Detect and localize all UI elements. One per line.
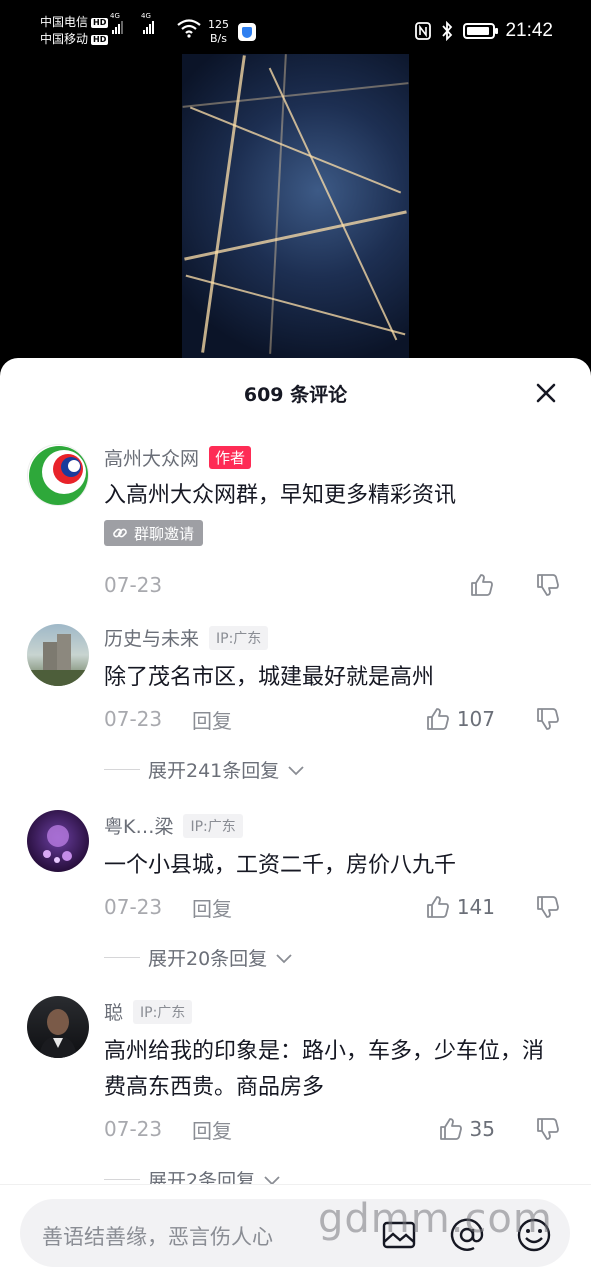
comment-meta: 07-23 回复 141: [104, 893, 561, 921]
comment-input-placeholder: 善语结善缘，恶言伤人心: [42, 1225, 273, 1249]
avatar[interactable]: [27, 810, 89, 872]
like-button[interactable]: [469, 572, 495, 598]
reply-button[interactable]: 回复: [192, 1115, 232, 1144]
dislike-icon[interactable]: [535, 572, 561, 598]
expand-replies-label: 展开241条回复: [148, 760, 280, 782]
author-badge: 作者: [209, 446, 252, 469]
comment-date: 07-23: [104, 895, 163, 919]
network-type-2: 4G: [141, 12, 151, 20]
shield-icon: [238, 23, 256, 41]
signal-icon: [112, 20, 123, 34]
comment-item: 高州大众网 作者 入高州大众网群，早知更多精彩资讯 群聊邀请 07-23: [0, 440, 591, 610]
like-icon: [471, 574, 493, 596]
dislike-icon[interactable]: [535, 894, 561, 920]
like-icon: [439, 1118, 462, 1140]
chevron-down-icon: [288, 765, 304, 775]
video-preview[interactable]: [0, 54, 591, 364]
battery-icon: [463, 23, 499, 39]
comment-text: 入高州大众网群，早知更多精彩资讯: [104, 483, 457, 508]
divider-line: [104, 769, 140, 770]
expand-replies-button[interactable]: 展开241条回复: [104, 756, 305, 783]
ip-location-badge: IP:广东: [133, 999, 193, 1024]
avatar[interactable]: [27, 624, 89, 686]
video-thumbnail[interactable]: [182, 54, 409, 358]
comment-item: 历史与未来 IP:广东 除了茂名市区，城建最好就是高州 07-23 回复 107…: [0, 620, 591, 790]
link-icon: [113, 528, 127, 538]
wifi-icon: [177, 19, 201, 38]
username[interactable]: 历史与未来: [104, 624, 199, 651]
comment-meta: 07-23: [104, 571, 561, 599]
like-button[interactable]: 35: [438, 1116, 495, 1142]
comment-header: 历史与未来 IP:广东: [104, 624, 269, 651]
comments-sheet: 609 条评论 高州大众网 作者 入高州大众网群，早知更多精彩资讯 群聊邀请 0…: [0, 358, 591, 1280]
dislike-icon[interactable]: [535, 1116, 561, 1142]
watermark: gdmm.com: [318, 1196, 553, 1242]
username[interactable]: 高州大众网: [104, 444, 199, 471]
reply-button[interactable]: 回复: [192, 893, 232, 922]
comment-date: 07-23: [104, 707, 163, 731]
network-type-1: 4G: [110, 12, 120, 20]
like-button[interactable]: 107: [425, 706, 495, 732]
like-icon: [426, 708, 449, 730]
divider-line: [104, 1179, 140, 1180]
nfc-icon: [415, 22, 432, 40]
signal-icon: [143, 20, 154, 34]
comment-header: 聪 IP:广东: [104, 998, 193, 1025]
like-count: 107: [456, 707, 495, 731]
comment-item: 聪 IP:广东 高州给我的印象是：路小，车多，少车位，消费高东西贵。商品房多 0…: [0, 994, 591, 1194]
avatar[interactable]: [27, 996, 89, 1058]
avatar[interactable]: [27, 444, 89, 506]
like-button[interactable]: 141: [425, 894, 495, 920]
carrier-2: 中国移动: [40, 32, 89, 46]
expand-replies-label: 展开20条回复: [148, 948, 268, 970]
hd-badge: HD: [91, 17, 109, 28]
expand-replies-button[interactable]: 展开20条回复: [104, 944, 293, 971]
comment-meta: 07-23 回复 107: [104, 705, 561, 733]
reply-button[interactable]: 回复: [192, 705, 232, 734]
chevron-down-icon: [276, 953, 292, 963]
group-invite-button[interactable]: 群聊邀请: [104, 520, 204, 546]
ip-location-badge: IP:广东: [209, 625, 269, 650]
signal-indicators: 4G 4G: [110, 12, 154, 34]
ip-location-badge: IP:广东: [183, 813, 243, 838]
dislike-icon[interactable]: [535, 706, 561, 732]
like-count: 35: [469, 1117, 495, 1141]
bluetooth-icon: [442, 21, 453, 41]
speed-value: 125: [208, 18, 229, 31]
like-count: 141: [456, 895, 495, 919]
username[interactable]: 粤K…梁: [104, 812, 173, 839]
speed-unit: B/s: [210, 32, 227, 45]
status-bar: 中国电信 HD 中国移动 HD 4G 4G 125 B/s 21:42: [0, 0, 591, 54]
username[interactable]: 聪: [104, 998, 123, 1025]
comment-item: 粤K…梁 IP:广东 一个小县城，工资二千，房价八九千 07-23 回复 141…: [0, 808, 591, 978]
status-right: 21:42: [415, 20, 553, 42]
comment-header: 粤K…梁 IP:广东: [104, 812, 243, 839]
divider-line: [104, 957, 140, 958]
comment-meta: 07-23 回复 35: [104, 1115, 561, 1143]
hd-badge: HD: [91, 34, 109, 45]
carrier-info: 中国电信 HD 中国移动 HD: [40, 14, 109, 48]
comment-date: 07-23: [104, 573, 163, 597]
comment-text: 一个小县城，工资二千，房价八九千: [104, 853, 457, 878]
invite-label: 群聊邀请: [134, 524, 195, 543]
carrier-1: 中国电信: [40, 15, 89, 29]
like-icon: [426, 896, 449, 918]
comment-date: 07-23: [104, 1117, 163, 1141]
comment-text: 除了茂名市区，城建最好就是高州: [104, 665, 435, 690]
clock: 21:42: [505, 20, 553, 41]
comments-count-title: 609 条评论: [243, 384, 348, 406]
comment-text: 高州给我的印象是：路小，车多，少车位，消费高东西贵。商品房多: [104, 1039, 545, 1100]
network-speed: 125 B/s: [208, 18, 229, 46]
comment-header: 高州大众网 作者: [104, 444, 252, 471]
close-icon[interactable]: [531, 378, 561, 408]
